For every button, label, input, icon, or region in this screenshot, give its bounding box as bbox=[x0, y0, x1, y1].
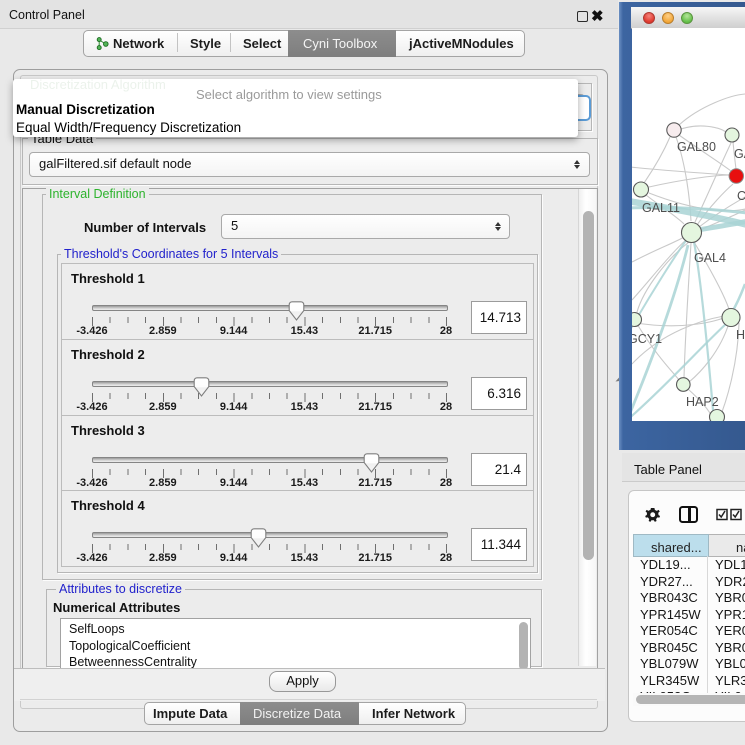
svg-text:GAL80: GAL80 bbox=[677, 140, 716, 154]
svg-text:C: C bbox=[737, 189, 745, 203]
svg-text:HAP2: HAP2 bbox=[686, 395, 719, 409]
svg-text:H: H bbox=[736, 328, 745, 342]
svg-text:GAL4: GAL4 bbox=[694, 251, 726, 265]
svg-text:GA: GA bbox=[734, 147, 745, 161]
svg-text:GCY1: GCY1 bbox=[632, 332, 662, 346]
svg-text:GAL11: GAL11 bbox=[642, 201, 680, 215]
